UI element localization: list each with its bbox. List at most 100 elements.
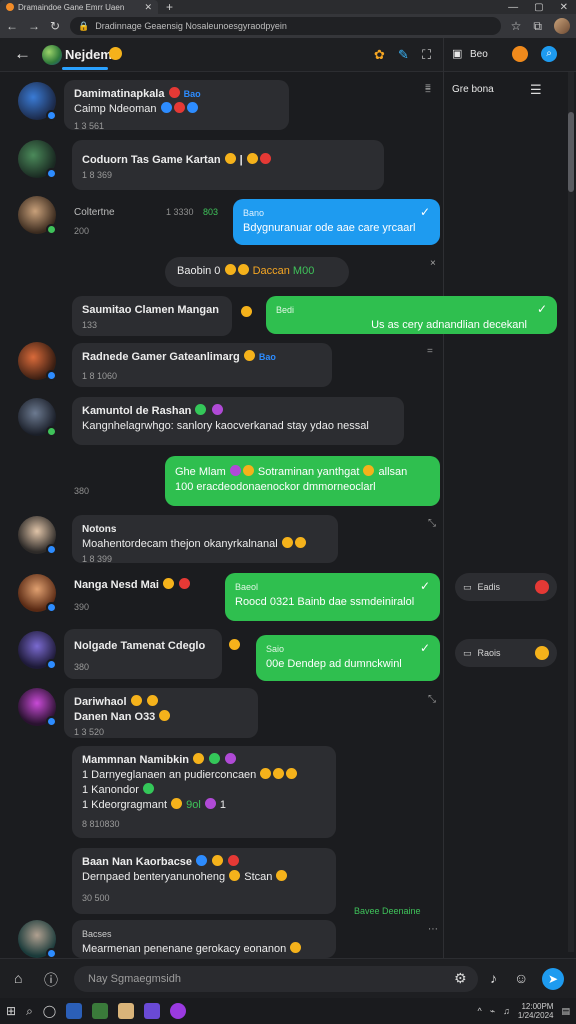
right-chip-1[interactable]: ▭ Eadis: [455, 573, 557, 601]
send-button[interactable]: ➤: [542, 968, 564, 990]
avatar[interactable]: [18, 688, 57, 727]
forward-nav-icon[interactable]: →: [28, 19, 40, 33]
avatar[interactable]: [18, 82, 57, 121]
browser-tab[interactable]: Dramaindoe Gane Emrr Uaen ✕: [0, 0, 158, 14]
message-input[interactable]: Nay Sgmaegmsidh: [74, 966, 478, 992]
sender-name: Mammnan Namibkin: [82, 753, 326, 768]
extension-icon[interactable]: ⧉: [533, 19, 542, 34]
reaction-emoji-icon[interactable]: [228, 636, 241, 654]
message-time: 390: [74, 602, 90, 612]
message-bubble[interactable]: Nolgade Tamenat Cdeglo 380: [64, 629, 222, 679]
address-bar[interactable]: 🔒 Dradinnage Geaensig Nosaleunoesgyraodp…: [70, 17, 501, 35]
outgoing-bubble[interactable]: Ghe Mlam Sotraminan yanthgat allsan 100 …: [165, 456, 440, 506]
outgoing-bubble[interactable]: Bano Bdygnuranuar ode aae care yrcaarl ✓: [233, 199, 440, 245]
chip-icon: ▭: [463, 581, 472, 592]
close-icon[interactable]: ×: [430, 258, 436, 269]
home-icon[interactable]: ⌂: [14, 970, 22, 986]
avatar[interactable]: [18, 631, 57, 670]
task-view-icon[interactable]: ◯: [43, 1004, 56, 1018]
expand-icon[interactable]: ⛶: [422, 47, 431, 63]
message-time: 380: [74, 662, 90, 672]
sender-name: Bacses: [82, 929, 112, 939]
maximize-icon[interactable]: ▢: [534, 2, 543, 13]
windows-start-icon[interactable]: ⊞: [6, 1004, 16, 1018]
read-check-icon: ✓: [419, 641, 430, 655]
group-name[interactable]: Nejdem: [65, 47, 112, 62]
expand-thread-icon[interactable]: ⤡: [428, 694, 436, 705]
message-bubble[interactable]: Baan Nan Kaorbacse Dernpaed benteryanuno…: [72, 848, 336, 914]
sender-name: Coduorn Tas Game Kartan |: [82, 153, 374, 168]
gift-icon[interactable]: ▣: [452, 47, 462, 60]
puzzle-icon[interactable]: ✿: [374, 47, 385, 63]
taskbar-app-icon[interactable]: [170, 1003, 187, 1019]
attach-icon[interactable]: ⚙: [454, 970, 467, 987]
tool-icon[interactable]: ✎: [398, 47, 409, 63]
chip-label: Raois: [477, 648, 501, 658]
message-bubble[interactable]: Radnede Gamer Gateanlimarg Bao 1 8 1060: [72, 343, 332, 387]
scrollbar-thumb[interactable]: [568, 112, 574, 192]
avatar[interactable]: [18, 140, 57, 179]
close-window-icon[interactable]: ✕: [560, 2, 568, 13]
message-bubble[interactable]: Damimatinapkala Bao Caimp Ndeoman 1 3 56…: [64, 80, 289, 130]
message-bubble[interactable]: Saumitao Clamen Mangan 133: [72, 296, 232, 336]
system-pill[interactable]: Baobin 0 Daccan M00: [165, 257, 349, 287]
scrollbar[interactable]: [568, 72, 574, 952]
menu-icon[interactable]: ☰: [530, 82, 542, 98]
taskbar-search-icon[interactable]: ⌕: [26, 1004, 33, 1019]
back-nav-icon[interactable]: ←: [6, 19, 18, 33]
read-check-icon: ✓: [419, 205, 430, 219]
taskbar-app-icon[interactable]: [66, 1003, 83, 1019]
panel-divider: [443, 38, 444, 958]
message-bubble[interactable]: Coduorn Tas Game Kartan | 1 8 369: [72, 140, 384, 190]
taskbar-app-icon[interactable]: [92, 1003, 109, 1019]
message-bubble[interactable]: Bacses Mearmenan penenane gerokacy eonan…: [72, 920, 336, 958]
outgoing-bubble[interactable]: Baeol Roocd 0321 Bainb dae ssmdeiniralol…: [225, 573, 440, 621]
more-icon[interactable]: =: [427, 346, 433, 357]
notifications-icon[interactable]: ▤: [561, 1006, 570, 1017]
message-bubble[interactable]: Notons Moahentordecam thejon okanyrkalna…: [72, 515, 338, 563]
active-tab-indicator: [62, 67, 108, 70]
address-text: Dradinnage Geaensig Nosaleunoesgyraodpye…: [95, 21, 287, 31]
tab-favicon-icon: [6, 3, 14, 11]
status-badge: 803: [203, 207, 219, 217]
close-tab-icon[interactable]: ✕: [144, 2, 152, 13]
right-chip-2[interactable]: ▭ Raois: [455, 639, 557, 667]
chip-dot-icon: [535, 646, 549, 660]
info-icon[interactable]: ⓘ: [44, 970, 58, 990]
expand-thread-icon[interactable]: ⤡: [428, 518, 436, 529]
network-icon[interactable]: ⌁: [490, 1006, 495, 1017]
new-tab-icon[interactable]: +: [166, 0, 173, 14]
clock[interactable]: 12:00PM 1/24/2024: [518, 1002, 554, 1020]
emoji-picker-icon[interactable]: ☺: [514, 970, 528, 986]
search-icon[interactable]: ⌕: [541, 46, 557, 62]
avatar[interactable]: [18, 516, 57, 555]
outgoing-bubble[interactable]: Bedi Us as cery adnandlian decekanl ✓: [266, 296, 557, 334]
more-icon[interactable]: =: [425, 86, 431, 97]
avatar[interactable]: [18, 920, 57, 959]
profile-avatar[interactable]: [554, 18, 570, 34]
taskbar-app-icon[interactable]: [144, 1003, 161, 1019]
taskbar-app-icon[interactable]: [118, 1003, 135, 1019]
volume-icon[interactable]: ♫: [503, 1006, 510, 1016]
avatar[interactable]: [18, 196, 57, 235]
chevron-up-icon[interactable]: ^: [477, 1006, 481, 1016]
reload-icon[interactable]: ↻: [50, 19, 60, 33]
group-avatar[interactable]: [42, 45, 62, 65]
avatar[interactable]: [18, 574, 57, 613]
message-bubble[interactable]: Mammnan Namibkin 1 Darnyeglanaen an pudi…: [72, 746, 336, 838]
avatar[interactable]: [18, 342, 57, 381]
back-arrow-icon[interactable]: ←: [14, 44, 31, 64]
mic-icon[interactable]: ♪: [490, 970, 497, 986]
notification-icon[interactable]: [512, 46, 528, 62]
system-tray: ^ ⌁ ♫ 12:00PM 1/24/2024 ▤: [477, 1002, 570, 1020]
more-icon[interactable]: ⋯: [428, 924, 438, 935]
message-bubble[interactable]: Dariwhaol Danen Nan O33 1 3 520: [64, 688, 258, 738]
bookmark-icon[interactable]: ☆: [511, 19, 522, 33]
outgoing-bubble[interactable]: Saio 00e Dendep ad dumnckwinl ✓: [256, 635, 440, 681]
avatar[interactable]: [18, 398, 57, 437]
reaction-emoji-icon[interactable]: [240, 303, 253, 321]
message-time: 1 3 561: [74, 121, 105, 130]
message-bubble[interactable]: Kamuntol de Rashan Kangnhelagrwhgo: sanl…: [72, 397, 404, 445]
message-title: Baeol: [235, 582, 259, 592]
minimize-icon[interactable]: —: [508, 2, 518, 13]
